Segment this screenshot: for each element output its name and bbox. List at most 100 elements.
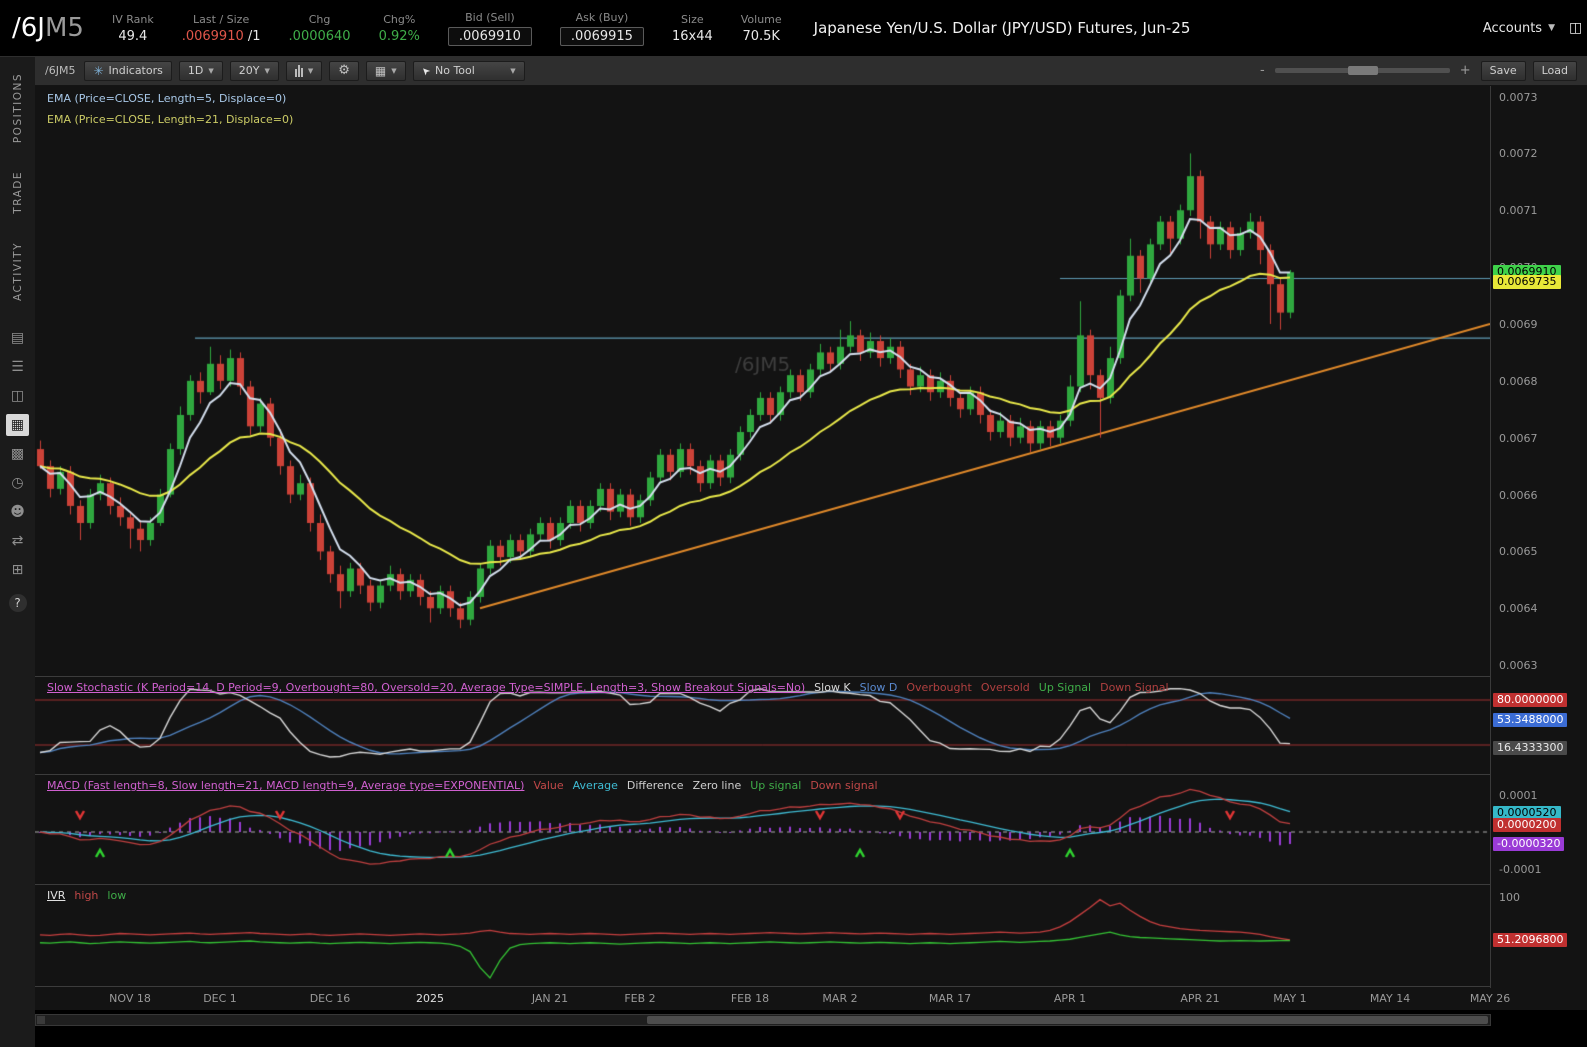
- chart-type-dropdown[interactable]: ▼: [285, 60, 323, 81]
- cursor-icon: ➤: [418, 63, 433, 78]
- timeframe-value: 1D: [187, 64, 204, 77]
- drawing-tool-dropdown[interactable]: ➤ No Tool ▼: [412, 60, 525, 81]
- date-tick: FEB 18: [730, 992, 770, 1005]
- price-tick: 0.0067: [1499, 431, 1538, 445]
- sidebar-tab-positions[interactable]: POSITIONS: [12, 73, 24, 143]
- legend-item: Down signal: [810, 779, 878, 792]
- legend-item: low: [107, 889, 127, 902]
- ivr-legend[interactable]: IVR high low: [47, 889, 135, 902]
- field-label: Chg%: [383, 12, 416, 26]
- indicators-icon: ✳: [93, 63, 104, 78]
- watchlist-icon[interactable]: ☰: [6, 356, 29, 378]
- chart-icon[interactable]: ▦: [6, 413, 29, 436]
- accounts-icon[interactable]: ☻: [6, 501, 29, 523]
- legend-item: Oversold: [980, 681, 1030, 694]
- field-value[interactable]: .0069910: [447, 26, 532, 46]
- window-icon[interactable]: ◫: [1569, 20, 1585, 36]
- macd-axis-tick: 0.0001: [1499, 789, 1538, 802]
- zoom-slider-thumb[interactable]: [1348, 66, 1379, 75]
- indicators-button[interactable]: ✳ Indicators: [84, 60, 172, 81]
- layout-dropdown[interactable]: ▦ ▼: [365, 60, 406, 81]
- price-tick: 0.0064: [1499, 602, 1538, 616]
- settings-button[interactable]: ⚙: [329, 60, 359, 81]
- timeframe-dropdown[interactable]: 1D ▼: [178, 60, 223, 81]
- panel-separator: [35, 986, 1587, 987]
- quotes-icon[interactable]: ▤: [6, 327, 29, 349]
- chevron-down-icon: ▼: [264, 66, 270, 75]
- price-axis[interactable]: 0.00730.00720.00710.00700.00690.00680.00…: [1490, 86, 1587, 988]
- sidebar-tab-activity[interactable]: ACTIVITY: [12, 242, 24, 301]
- date-tick: MAY 14: [1369, 992, 1411, 1005]
- date-tick: NOV 18: [109, 992, 151, 1005]
- date-tick: MAR 2: [822, 992, 858, 1005]
- left-sidebar: POSITIONS TRADE ACTIVITY ▤ ☰ ◫ ▦ ▩ ◷ ☻ ⇄ ⊞?: [0, 56, 35, 1047]
- symbol: /6JM5: [12, 13, 84, 43]
- ema-legend[interactable]: EMA (Price=CLOSE, Length=5, Displace=0) E…: [47, 92, 293, 134]
- zoom-slider[interactable]: [1274, 66, 1450, 75]
- field-label: Last / Size: [193, 12, 250, 26]
- field-suffix: /1: [243, 28, 261, 44]
- legend-item: EMA (Price=CLOSE, Length=21, Displace=0): [47, 113, 294, 126]
- axis-badge: -0.0000320: [1493, 836, 1565, 851]
- grid-icon[interactable]: ▩: [6, 443, 29, 465]
- help-icon[interactable]: ?: [8, 593, 27, 612]
- chevron-down-icon: ▼: [510, 66, 516, 75]
- time-axis[interactable]: NOV 18 DEC 1 DEC 16 2025 JAN 21 FEB 2 FEB 18 MA…: [35, 988, 1510, 1008]
- zoom-out-button[interactable]: -: [1257, 63, 1268, 78]
- indicators-label: Indicators: [108, 64, 163, 77]
- quote-field-size: Size 16x44: [672, 13, 713, 44]
- legend-item: Up signal: [750, 779, 802, 792]
- grid-layout-icon: ▦: [374, 63, 387, 78]
- field-label: IV Rank: [111, 12, 154, 26]
- ivr-panel[interactable]: [35, 886, 1490, 986]
- price-tick: 0.0071: [1499, 204, 1538, 218]
- monitor-icon[interactable]: ◫: [6, 385, 29, 407]
- field-value: 49.4: [118, 28, 148, 44]
- sidebar-tab-trade[interactable]: TRADE: [12, 171, 24, 214]
- futures-icon[interactable]: ⊞: [6, 559, 29, 581]
- field-label: Ask (Buy): [575, 10, 629, 24]
- legend-item: Down Signal: [1100, 681, 1169, 694]
- save-button[interactable]: Save: [1480, 60, 1526, 81]
- panel-separator[interactable]: [35, 676, 1587, 677]
- date-tick: MAR 17: [928, 992, 972, 1005]
- legend-item: Slow D: [859, 681, 898, 694]
- accounts-label: Accounts: [1482, 20, 1543, 36]
- axis-badge: 53.3488000: [1493, 712, 1568, 727]
- transfers-icon[interactable]: ⇄: [6, 530, 29, 552]
- date-tick: MAY 26: [1469, 992, 1511, 1005]
- field-value[interactable]: .0069915: [559, 26, 644, 46]
- range-dropdown[interactable]: 20Y ▼: [229, 60, 279, 81]
- price-tick: 0.0068: [1499, 374, 1538, 388]
- macd-legend[interactable]: MACD (Fast length=8, Slow length=21, MAC…: [47, 779, 887, 792]
- legend-item: IVR: [47, 889, 66, 902]
- date-tick: JAN 21: [531, 992, 569, 1005]
- legend-item: high: [74, 889, 99, 902]
- axis-badge: 0.0000200: [1493, 817, 1561, 832]
- price-tick: 0.0063: [1499, 659, 1538, 673]
- zoom-in-button[interactable]: +: [1457, 63, 1474, 78]
- stochastic-legend[interactable]: Slow Stochastic (K Period=14, D Period=9…: [47, 681, 1178, 694]
- axis-badge: 16.4333300: [1493, 740, 1568, 755]
- accounts-menu[interactable]: Accounts ▼: [1483, 21, 1555, 36]
- history-icon[interactable]: ◷: [6, 472, 29, 494]
- legend-item: MACD (Fast length=8, Slow length=21, MAC…: [47, 779, 525, 792]
- panel-separator[interactable]: [35, 774, 1587, 775]
- chevron-down-icon: ▼: [1548, 23, 1555, 33]
- main-price-chart[interactable]: [35, 86, 1490, 676]
- quote-field-chg-pct: Chg% 0.92%: [379, 13, 420, 44]
- axis-badge: 0.0069735: [1493, 275, 1561, 290]
- scrollbar-left-notch[interactable]: [37, 1016, 45, 1024]
- legend-item: EMA (Price=CLOSE, Length=5, Displace=0): [47, 92, 287, 105]
- price-tick: 0.0066: [1499, 488, 1538, 502]
- scrollbar-thumb[interactable]: [646, 1016, 1488, 1024]
- trading-platform-window: /6JM5 IV Rank 49.4 Last / Size .0069910 /1 C…: [0, 0, 1587, 1047]
- field-value: 0.92%: [378, 28, 420, 44]
- date-tick: APR 21: [1180, 992, 1220, 1005]
- load-button[interactable]: Load: [1532, 60, 1577, 81]
- panel-separator[interactable]: [35, 884, 1587, 885]
- field-value: 16x44: [671, 28, 713, 44]
- symbol-root: /6J: [12, 13, 45, 43]
- chart-scrollbar[interactable]: [35, 1014, 1491, 1026]
- quote-field-iv-rank: IV Rank 49.4: [112, 13, 154, 44]
